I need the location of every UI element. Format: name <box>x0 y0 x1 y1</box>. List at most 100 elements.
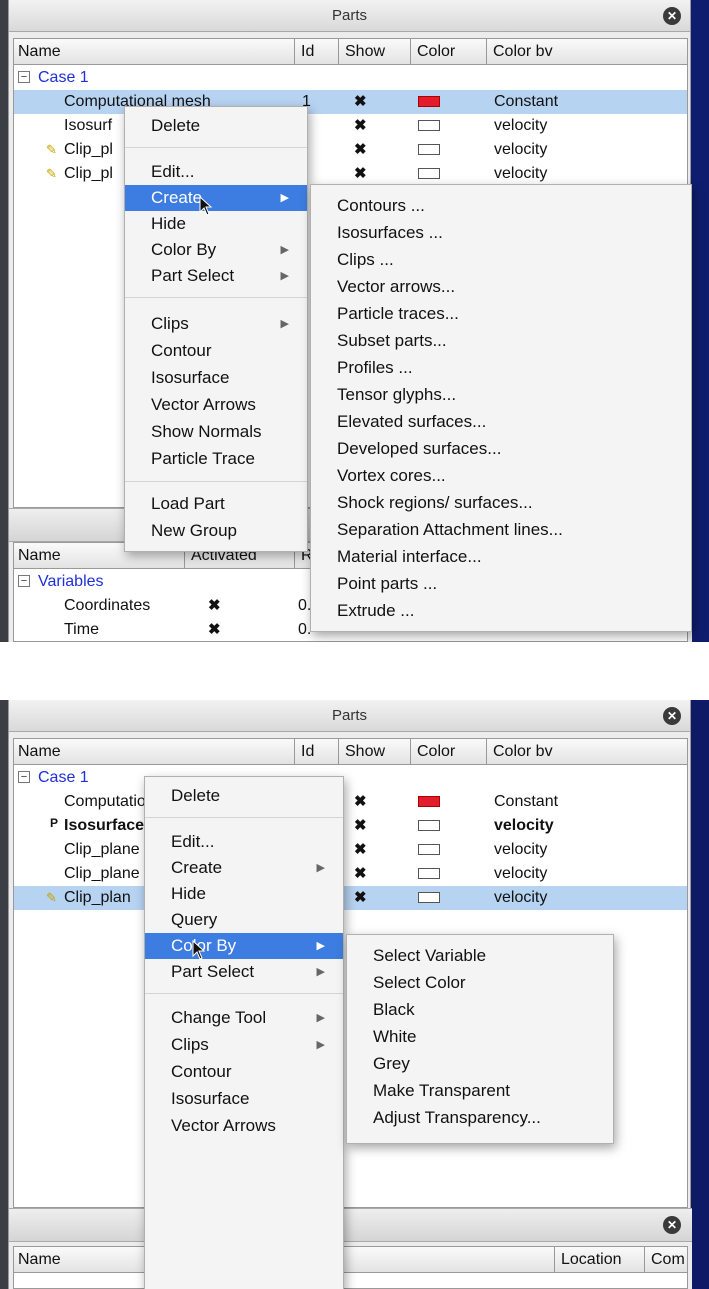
menu-item-part-select[interactable]: Part Select ▶ <box>145 959 343 985</box>
table-row[interactable]: ✎ Clip_pl ✖ velocity <box>14 162 687 186</box>
menu-item-vector-arrows[interactable]: Vector Arrows <box>125 392 307 418</box>
create-submenu-item[interactable]: Shock regions/ surfaces... <box>311 490 691 516</box>
menu-item-isosurface[interactable]: Isosurface <box>125 365 307 391</box>
menu-item-contour[interactable]: Contour <box>125 338 307 364</box>
activated-x-icon[interactable]: ✖ <box>208 594 221 618</box>
color-swatch[interactable] <box>418 820 440 831</box>
table-row[interactable]: Clip_plane 3 ✖ velocity <box>14 838 687 862</box>
menu-item-clips[interactable]: Clips ▶ <box>125 311 307 337</box>
create-submenu-item[interactable]: Isosurfaces ... <box>311 220 691 246</box>
menu-item-create[interactable]: Create ▶ <box>125 185 307 211</box>
show-x-icon[interactable]: ✖ <box>354 114 367 138</box>
table-row[interactable]: Computational mesh 1 ✖ Constant <box>14 90 687 114</box>
show-x-icon[interactable]: ✖ <box>354 138 367 162</box>
case-row[interactable]: − Case 1 <box>14 66 687 90</box>
color-by-submenu-item[interactable]: Black <box>347 997 613 1023</box>
close-icon[interactable]: ✕ <box>663 1216 681 1234</box>
create-submenu-item[interactable]: Separation Attachment lines... <box>311 517 691 543</box>
color-by-submenu-item[interactable]: White <box>347 1024 613 1050</box>
color-swatch[interactable] <box>418 892 440 903</box>
create-submenu-item[interactable]: Subset parts... <box>311 328 691 354</box>
col-show[interactable]: Show <box>338 739 410 765</box>
menu-item-color-by[interactable]: Color By ▶ <box>125 237 307 263</box>
col-color-by[interactable]: Color bv <box>486 39 687 65</box>
create-submenu-item[interactable]: Clips ... <box>311 247 691 273</box>
col-color[interactable]: Color <box>410 739 486 765</box>
close-icon[interactable]: ✕ <box>663 7 681 25</box>
menu-item-particle-trace[interactable]: Particle Trace <box>125 446 307 472</box>
show-x-icon[interactable]: ✖ <box>354 886 367 910</box>
color-swatch[interactable] <box>418 868 440 879</box>
create-submenu-item[interactable]: Contours ... <box>311 193 691 219</box>
menu-item-new-group[interactable]: New Group <box>125 518 307 544</box>
show-x-icon[interactable]: ✖ <box>354 814 367 838</box>
collapse-icon[interactable]: − <box>18 71 30 83</box>
menu-item-vector-arrows[interactable]: Vector Arrows <box>145 1113 343 1139</box>
menu-item-change-tool[interactable]: Change Tool ▶ <box>145 1005 343 1031</box>
menu-item-isosurface[interactable]: Isosurface <box>145 1086 343 1112</box>
table-row[interactable]: Isosurf ✖ velocity <box>14 114 687 138</box>
color-swatch[interactable] <box>418 120 440 131</box>
table-row[interactable]: Computational mesh 1 ✖ Constant <box>14 790 687 814</box>
menu-item-hide[interactable]: Hide <box>145 881 343 907</box>
create-submenu-item[interactable]: Vortex cores... <box>311 463 691 489</box>
table-row[interactable]: ✎ Clip_plan ✖ velocity <box>14 886 687 910</box>
table-row[interactable]: Clip_plane ->> 0001 4 ✖ velocity <box>14 862 687 886</box>
show-x-icon[interactable]: ✖ <box>354 90 367 114</box>
color-swatch[interactable] <box>418 796 440 807</box>
table-row[interactable]: ✎ Clip_pl ✖ velocity <box>14 138 687 162</box>
menu-item-load-part[interactable]: Load Part <box>125 491 307 517</box>
color-swatch[interactable] <box>418 168 440 179</box>
color-by-submenu-item[interactable]: Grey <box>347 1051 613 1077</box>
menu-item-create[interactable]: Create ▶ <box>145 855 343 881</box>
create-submenu-item[interactable]: Tensor glyphs... <box>311 382 691 408</box>
show-x-icon[interactable]: ✖ <box>354 838 367 862</box>
menu-item-show-normals[interactable]: Show Normals <box>125 419 307 445</box>
color-by-value: Constant <box>494 793 559 810</box>
menu-item-edit[interactable]: Edit... <box>145 829 343 855</box>
create-submenu-item[interactable]: Point parts ... <box>311 571 691 597</box>
color-swatch[interactable] <box>418 144 440 155</box>
col-show[interactable]: Show <box>338 39 410 65</box>
col-color-by[interactable]: Color bv <box>486 739 687 765</box>
create-submenu-item[interactable]: Developed surfaces... <box>311 436 691 462</box>
menu-item-edit[interactable]: Edit... <box>125 159 307 185</box>
color-by-submenu-item[interactable]: Make Transparent <box>347 1078 613 1104</box>
menu-item-label: Change Tool <box>171 1008 267 1027</box>
close-icon[interactable]: ✕ <box>663 707 681 725</box>
menu-item-contour[interactable]: Contour <box>145 1059 343 1085</box>
create-submenu-item[interactable]: Extrude ... <box>311 598 691 624</box>
table-row[interactable]: P Isosurface part 2 ✖ velocity <box>14 814 687 838</box>
show-x-icon[interactable]: ✖ <box>354 162 367 186</box>
col-name[interactable]: Name <box>14 739 294 765</box>
menu-item-delete[interactable]: Delete <box>145 783 343 809</box>
color-by-submenu-item[interactable]: Adjust Transparency... <box>347 1105 613 1131</box>
col-location[interactable]: Location <box>554 1247 644 1273</box>
menu-item-delete[interactable]: Delete <box>125 113 307 139</box>
show-x-icon[interactable]: ✖ <box>354 862 367 886</box>
menu-item-color-by[interactable]: Color By ▶ <box>145 933 343 959</box>
collapse-icon[interactable]: − <box>18 575 30 587</box>
col-com[interactable]: Com <box>644 1247 687 1273</box>
show-x-icon[interactable]: ✖ <box>354 790 367 814</box>
col-id[interactable]: Id <box>294 739 338 765</box>
color-by-submenu-item[interactable]: Select Color <box>347 970 613 996</box>
create-submenu-item[interactable]: Particle traces... <box>311 301 691 327</box>
menu-item-part-select[interactable]: Part Select ▶ <box>125 263 307 289</box>
col-name[interactable]: Name <box>14 39 294 65</box>
col-color[interactable]: Color <box>410 39 486 65</box>
create-submenu-item[interactable]: Material interface... <box>311 544 691 570</box>
menu-item-clips[interactable]: Clips ▶ <box>145 1032 343 1058</box>
create-submenu-item[interactable]: Profiles ... <box>311 355 691 381</box>
create-submenu-item[interactable]: Vector arrows... <box>311 274 691 300</box>
create-submenu-item[interactable]: Elevated surfaces... <box>311 409 691 435</box>
collapse-icon[interactable]: − <box>18 771 30 783</box>
color-by-submenu-item[interactable]: Select Variable <box>347 943 613 969</box>
col-id[interactable]: Id <box>294 39 338 65</box>
case-row[interactable]: − Case 1 <box>14 766 687 790</box>
color-swatch[interactable] <box>418 96 440 107</box>
menu-item-query[interactable]: Query <box>145 907 343 933</box>
menu-item-hide[interactable]: Hide <box>125 211 307 237</box>
activated-x-icon[interactable]: ✖ <box>208 618 221 642</box>
color-swatch[interactable] <box>418 844 440 855</box>
